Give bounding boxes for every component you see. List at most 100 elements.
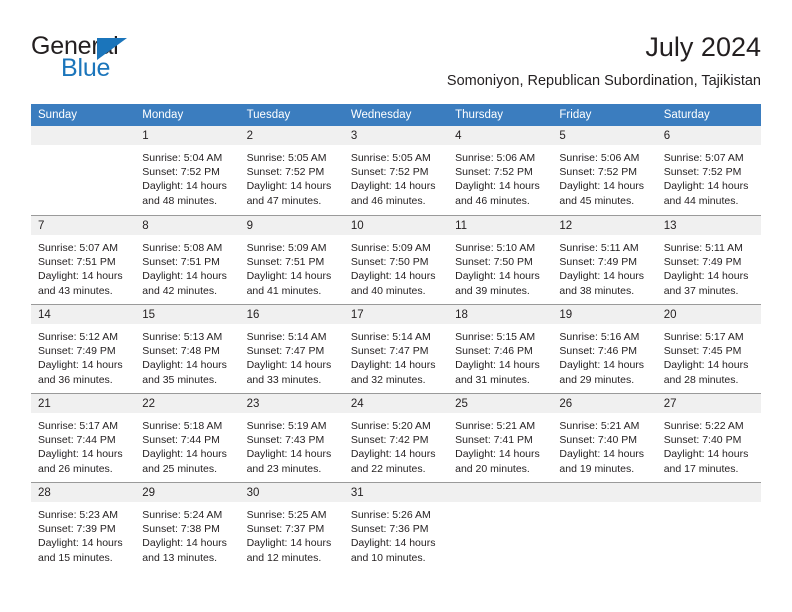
day-number [31,126,136,145]
calendar-day[interactable]: 15 Sunrise: 5:13 AM Sunset: 7:48 PM Dayligh… [135,304,240,393]
daylight-duration: Daylight: 14 hours [559,270,645,283]
calendar-day[interactable]: 9 Sunrise: 5:09 AM Sunset: 7:51 PM Daylight… [239,215,344,304]
day-details: Sunrise: 5:12 AM Sunset: 7:49 PM Daylight:… [31,324,135,387]
calendar-day[interactable]: 10 Sunrise: 5:09 AM Sunset: 7:50 PM Dayligh… [343,215,449,304]
calendar-cell: 20 Sunrise: 5:17 AM Sunset: 7:45 PM Dayligh… [656,304,761,393]
calendar-day[interactable]: 20 Sunrise: 5:17 AM Sunset: 7:45 PM Dayligh… [656,304,761,393]
sunset-time: Sunset: 7:45 PM [663,345,742,358]
calendar-cell: 18 Sunrise: 5:15 AM Sunset: 7:46 PM Dayligh… [448,304,553,393]
day-number: 21 [31,394,136,413]
calendar-day[interactable]: 30 Sunrise: 5:25 AM Sunset: 7:37 PM Dayligh… [239,482,344,571]
calendar-day[interactable]: 2 Sunrise: 5:05 AM Sunset: 7:52 PM Daylight… [239,126,344,215]
daylight-duration-cont: and 26 minutes. [38,462,113,475]
calendar-day[interactable]: 18 Sunrise: 5:15 AM Sunset: 7:46 PM Dayligh… [448,304,553,393]
sunset-time: Sunset: 7:51 PM [246,256,325,269]
daylight-duration-cont: and 22 minutes. [350,462,426,475]
daylight-duration: Daylight: 14 hours [559,180,645,193]
day-number: 4 [448,126,553,145]
day-number: 24 [343,394,449,413]
day-number: 27 [656,394,761,413]
calendar-day[interactable]: 13 Sunrise: 5:11 AM Sunset: 7:49 PM Dayligh… [656,215,761,304]
calendar-day[interactable]: 22 Sunrise: 5:18 AM Sunset: 7:44 PM Dayligh… [135,393,240,482]
calendar-cell: 16 Sunrise: 5:14 AM Sunset: 7:47 PM Dayligh… [239,304,344,393]
day-details: Sunrise: 5:23 AM Sunset: 7:39 PM Daylight:… [31,502,135,565]
calendar-day[interactable]: 4 Sunrise: 5:06 AM Sunset: 7:52 PM Daylight… [448,126,553,215]
daylight-duration-cont: and 17 minutes. [663,462,739,475]
day-details [31,145,135,151]
calendar-cell: 6 Sunrise: 5:07 AM Sunset: 7:52 PM Daylight… [656,126,761,215]
daylight-duration: Daylight: 14 hours [142,270,227,283]
weekday-header-monday: Monday [135,104,240,126]
daylight-duration-cont: and 20 minutes. [455,462,530,475]
day-number [656,483,761,502]
sunset-time: Sunset: 7:39 PM [38,523,116,536]
calendar-day-empty [656,482,761,571]
calendar-day[interactable]: 21 Sunrise: 5:17 AM Sunset: 7:44 PM Dayligh… [31,393,136,482]
calendar-day[interactable]: 14 Sunrise: 5:12 AM Sunset: 7:49 PM Dayligh… [31,304,136,393]
daylight-duration-cont: and 40 minutes. [350,284,426,297]
calendar-cell: 17 Sunrise: 5:14 AM Sunset: 7:47 PM Dayligh… [343,304,449,393]
day-number: 1 [135,126,240,145]
day-number: 29 [135,483,240,502]
daylight-duration: Daylight: 14 hours [663,448,749,461]
calendar-day[interactable]: 3 Sunrise: 5:05 AM Sunset: 7:52 PM Daylight… [343,126,449,215]
sunrise-time: Sunrise: 5:06 AM [455,152,536,164]
sunset-time: Sunset: 7:49 PM [559,256,638,269]
day-details: Sunrise: 5:09 AM Sunset: 7:50 PM Daylight:… [344,235,448,298]
calendar-week-row: 14 Sunrise: 5:12 AM Sunset: 7:49 PM Dayligh… [31,304,761,393]
calendar-day[interactable]: 19 Sunrise: 5:16 AM Sunset: 7:46 PM Dayligh… [552,304,657,393]
calendar-cell: 27 Sunrise: 5:22 AM Sunset: 7:40 PM Dayligh… [656,393,761,482]
daylight-duration-cont: and 46 minutes. [455,194,530,207]
daylight-duration: Daylight: 14 hours [663,270,749,283]
calendar-day[interactable]: 1 Sunrise: 5:04 AM Sunset: 7:52 PM Daylight… [135,126,240,215]
day-number: 20 [656,305,761,324]
calendar-day[interactable]: 16 Sunrise: 5:14 AM Sunset: 7:47 PM Dayligh… [239,304,344,393]
sunrise-time: Sunrise: 5:23 AM [38,509,118,521]
page-subtitle: Somoniyon, Republican Subordination, Taj… [446,73,761,89]
calendar-day[interactable]: 25 Sunrise: 5:21 AM Sunset: 7:41 PM Dayligh… [448,393,553,482]
calendar-day[interactable]: 7 Sunrise: 5:07 AM Sunset: 7:51 PM Daylight… [31,215,136,304]
calendar-day[interactable]: 29 Sunrise: 5:24 AM Sunset: 7:38 PM Dayligh… [135,482,240,571]
calendar-day[interactable]: 31 Sunrise: 5:26 AM Sunset: 7:36 PM Dayligh… [343,482,449,571]
daylight-duration: Daylight: 14 hours [142,359,227,372]
sunrise-time: Sunrise: 5:08 AM [142,242,223,254]
general-blue-logo[interactable]: General Blue [31,32,231,88]
calendar-day[interactable]: 28 Sunrise: 5:23 AM Sunset: 7:39 PM Dayligh… [31,482,136,571]
day-details: Sunrise: 5:18 AM Sunset: 7:44 PM Daylight:… [135,413,239,476]
day-number: 22 [135,394,240,413]
calendar-day[interactable]: 26 Sunrise: 5:21 AM Sunset: 7:40 PM Dayligh… [552,393,657,482]
day-number: 11 [448,216,553,235]
sunrise-time: Sunrise: 5:17 AM [38,420,118,432]
sunset-time: Sunset: 7:40 PM [663,434,742,447]
sunset-time: Sunset: 7:52 PM [559,166,638,179]
calendar-cell: 22 Sunrise: 5:18 AM Sunset: 7:44 PM Dayligh… [135,393,240,482]
calendar-day[interactable]: 27 Sunrise: 5:22 AM Sunset: 7:40 PM Dayligh… [656,393,761,482]
day-number: 13 [656,216,761,235]
daylight-duration-cont: and 19 minutes. [559,462,635,475]
calendar-day[interactable]: 5 Sunrise: 5:06 AM Sunset: 7:52 PM Daylight… [552,126,657,215]
calendar-day[interactable]: 6 Sunrise: 5:07 AM Sunset: 7:52 PM Daylight… [656,126,761,215]
weekday-header-tuesday: Tuesday [239,104,344,126]
sunset-time: Sunset: 7:44 PM [38,434,116,447]
sunrise-time: Sunrise: 5:07 AM [38,242,118,254]
sunrise-time: Sunrise: 5:13 AM [142,331,223,343]
day-number: 5 [552,126,657,145]
calendar-day[interactable]: 23 Sunrise: 5:19 AM Sunset: 7:43 PM Dayligh… [239,393,344,482]
daylight-duration: Daylight: 14 hours [455,270,540,283]
calendar-day[interactable]: 11 Sunrise: 5:10 AM Sunset: 7:50 PM Dayligh… [448,215,553,304]
sunset-time: Sunset: 7:52 PM [350,166,429,179]
sunrise-time: Sunrise: 5:04 AM [142,152,223,164]
calendar-cell: 5 Sunrise: 5:06 AM Sunset: 7:52 PM Daylight… [552,126,657,215]
calendar-day[interactable]: 24 Sunrise: 5:20 AM Sunset: 7:42 PM Dayligh… [343,393,449,482]
calendar-day[interactable]: 17 Sunrise: 5:14 AM Sunset: 7:47 PM Dayligh… [343,304,449,393]
calendar-day[interactable]: 8 Sunrise: 5:08 AM Sunset: 7:51 PM Daylight… [135,215,240,304]
day-number: 17 [343,305,449,324]
sunset-time: Sunset: 7:49 PM [38,345,116,358]
day-number: 12 [552,216,657,235]
sunset-time: Sunset: 7:47 PM [350,345,429,358]
sunset-time: Sunset: 7:51 PM [142,256,220,269]
calendar-grid: Sunday Monday Tuesday Wednesday Thursday… [31,104,761,571]
calendar-day[interactable]: 12 Sunrise: 5:11 AM Sunset: 7:49 PM Dayligh… [552,215,657,304]
daylight-duration: Daylight: 14 hours [142,180,227,193]
sunset-time: Sunset: 7:52 PM [246,166,325,179]
